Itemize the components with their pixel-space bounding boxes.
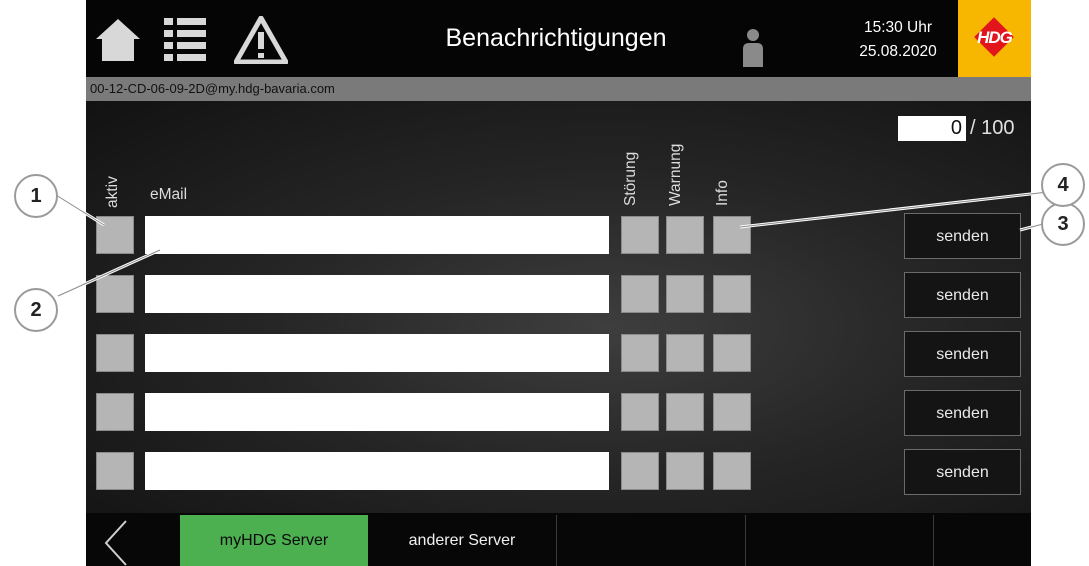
callout-4: 4	[1041, 163, 1085, 207]
callout-leaders	[55, 190, 1049, 298]
callout-1: 1	[14, 174, 58, 218]
callout-3: 3	[1041, 202, 1085, 246]
callout-2: 2	[14, 288, 58, 332]
